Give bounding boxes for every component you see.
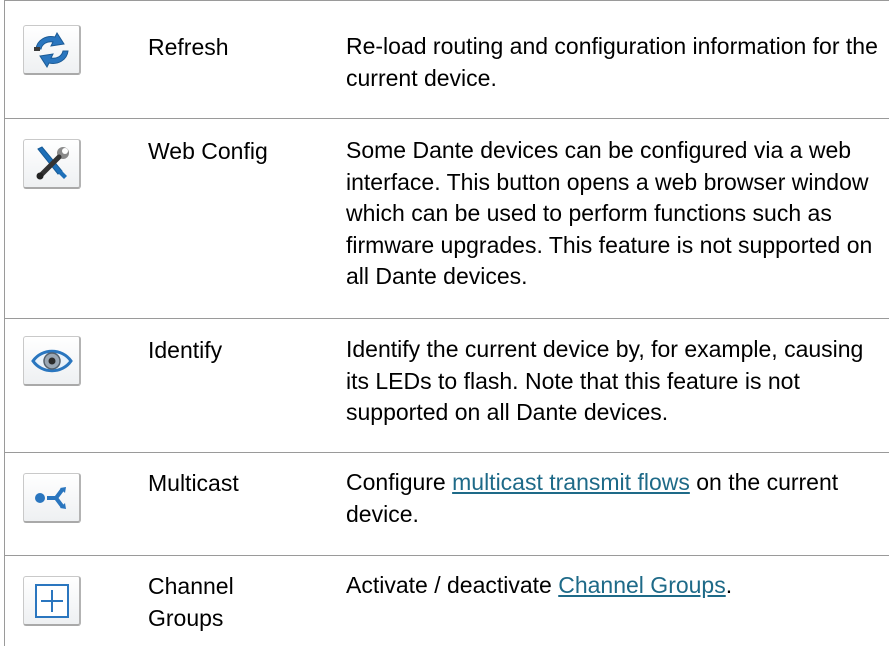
web-config-icon [36,145,69,179]
row-name-line: Groups [148,605,224,631]
multicast-transmit-flows-link[interactable]: multicast transmit flows [452,469,690,495]
row-description: Activate / deactivate Channel Groups. [346,570,881,602]
channel-groups-icon [34,583,69,618]
table-row: Channel Groups Activate / deactivate Cha… [5,556,889,646]
description-text: Configure [346,469,453,495]
multicast-button[interactable] [23,473,81,523]
refresh-icon [33,31,69,68]
web-config-button[interactable] [23,139,81,189]
description-text: Activate / deactivate [346,572,559,598]
row-name: Channel Groups [148,570,328,634]
multicast-icon [34,486,66,509]
identify-button[interactable] [23,336,81,386]
identify-eye-icon [30,349,73,372]
row-description: Identify the current device by, for exam… [346,336,864,425]
row-name: Web Config [148,138,268,164]
row-description: Configure multicast transmit flows on th… [346,467,881,530]
table-row: Multicast Configure multicast transmit f… [5,453,889,556]
row-name: Multicast [148,470,239,496]
row-name: Identify [148,337,223,363]
description-text: . [725,572,733,598]
row-description: Re-load routing and configuration inform… [346,33,878,91]
table-row: Web Config Some Dante devices can be con… [5,119,889,319]
row-name-line: Channel [148,573,234,599]
refresh-button[interactable] [23,25,81,75]
table-row: Identify Identify the current device by,… [5,319,889,453]
row-description: Some Dante devices can be configured via… [346,137,873,289]
table-row: Refresh Re-load routing and configuratio… [5,1,889,119]
channel-groups-button[interactable] [23,576,81,626]
channel-groups-link[interactable]: Channel Groups [558,572,726,598]
row-name: Refresh [148,34,229,60]
